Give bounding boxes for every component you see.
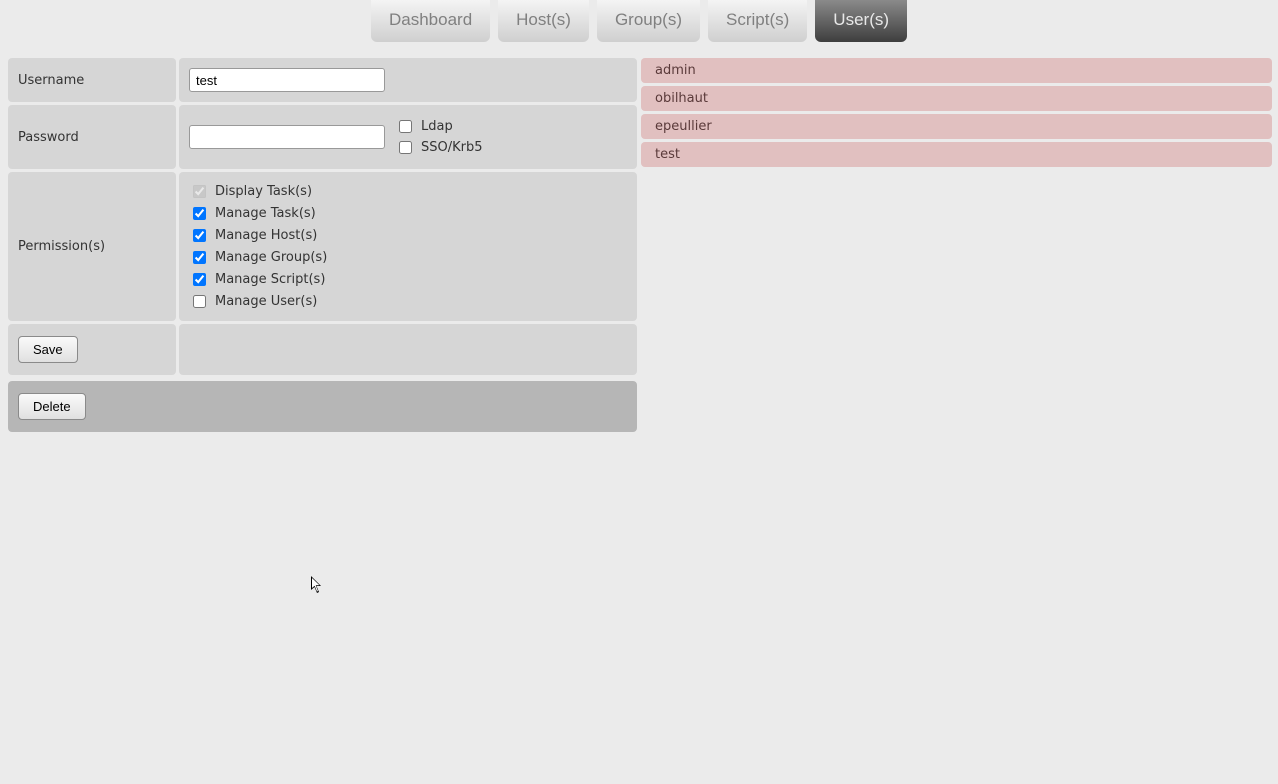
username-input[interactable] xyxy=(189,68,385,92)
permission-label: Manage Group(s) xyxy=(215,250,327,265)
label-username: Username xyxy=(8,58,176,102)
user-list-item[interactable]: admin xyxy=(641,58,1272,83)
auth-sso-row[interactable]: SSO/Krb5 xyxy=(395,138,483,157)
auth-ldap-label: Ldap xyxy=(421,119,453,134)
permission-label: Manage Host(s) xyxy=(215,228,317,243)
label-permissions: Permission(s) xyxy=(8,172,176,321)
auth-ldap-row[interactable]: Ldap xyxy=(395,117,483,136)
cursor-icon xyxy=(311,576,323,594)
password-input[interactable] xyxy=(189,125,385,149)
permission-checkbox[interactable] xyxy=(193,273,206,286)
delete-button[interactable]: Delete xyxy=(18,393,86,420)
tab-scripts[interactable]: Script(s) xyxy=(708,0,807,42)
auth-sso-label: SSO/Krb5 xyxy=(421,140,483,155)
user-form: Username Password Ldap SSO/Krb5 xyxy=(8,58,637,432)
permission-label: Manage Script(s) xyxy=(215,272,325,287)
permission-row[interactable]: Display Task(s) xyxy=(189,182,627,201)
user-list: admin obilhaut epeullier test xyxy=(641,58,1272,167)
permission-row[interactable]: Manage Task(s) xyxy=(189,204,627,223)
tab-dashboard[interactable]: Dashboard xyxy=(371,0,490,42)
permission-checkbox[interactable] xyxy=(193,229,206,242)
label-password: Password xyxy=(8,105,176,169)
save-button[interactable]: Save xyxy=(18,336,78,363)
permission-checkbox[interactable] xyxy=(193,207,206,220)
tab-hosts[interactable]: Host(s) xyxy=(498,0,589,42)
permission-checkbox[interactable] xyxy=(193,251,206,264)
permission-label: Display Task(s) xyxy=(215,184,312,199)
auth-ldap-checkbox[interactable] xyxy=(399,120,412,133)
permission-label: Manage User(s) xyxy=(215,294,317,309)
permission-row[interactable]: Manage Script(s) xyxy=(189,270,627,289)
tab-bar: Dashboard Host(s) Group(s) Script(s) Use… xyxy=(0,0,1278,42)
tab-users[interactable]: User(s) xyxy=(815,0,907,42)
auth-sso-checkbox[interactable] xyxy=(399,141,412,154)
user-list-item[interactable]: epeullier xyxy=(641,114,1272,139)
permission-row[interactable]: Manage User(s) xyxy=(189,292,627,311)
user-list-item[interactable]: test xyxy=(641,142,1272,167)
permission-list: Display Task(s) Manage Task(s) Manage Host… xyxy=(189,182,627,311)
permission-label: Manage Task(s) xyxy=(215,206,316,221)
tab-groups[interactable]: Group(s) xyxy=(597,0,700,42)
permission-row[interactable]: Manage Group(s) xyxy=(189,248,627,267)
permission-checkbox xyxy=(193,185,206,198)
permission-row[interactable]: Manage Host(s) xyxy=(189,226,627,245)
permission-checkbox[interactable] xyxy=(193,295,206,308)
user-list-item[interactable]: obilhaut xyxy=(641,86,1272,111)
